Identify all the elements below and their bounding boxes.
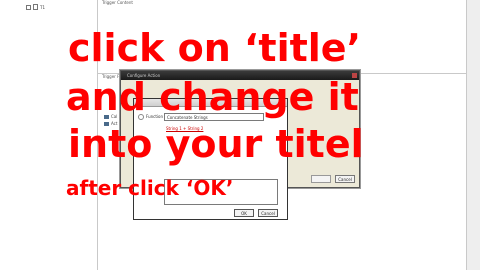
trigger-file-icon	[33, 4, 38, 10]
instruction-line-4: after click ‘OK’	[66, 176, 234, 200]
dialog-cancel-button[interactable]: Cancel	[335, 175, 355, 183]
instruction-line-1: click on ‘title’	[68, 26, 362, 70]
tree-item[interactable]: T1	[26, 4, 45, 10]
instruction-line-3: into your titel	[68, 122, 364, 166]
ok-button[interactable]: OK	[234, 209, 254, 217]
dialog-ok-button-disabled[interactable]	[311, 175, 331, 183]
instruction-line-2: and change it	[66, 75, 359, 119]
panel-header: Trigger Content	[102, 0, 133, 5]
cancel-button[interactable]: Cancel	[258, 209, 278, 217]
expand-icon[interactable]	[26, 4, 31, 10]
tree-item-label: T1	[40, 4, 45, 10]
vertical-scrollbar[interactable]	[466, 0, 480, 270]
